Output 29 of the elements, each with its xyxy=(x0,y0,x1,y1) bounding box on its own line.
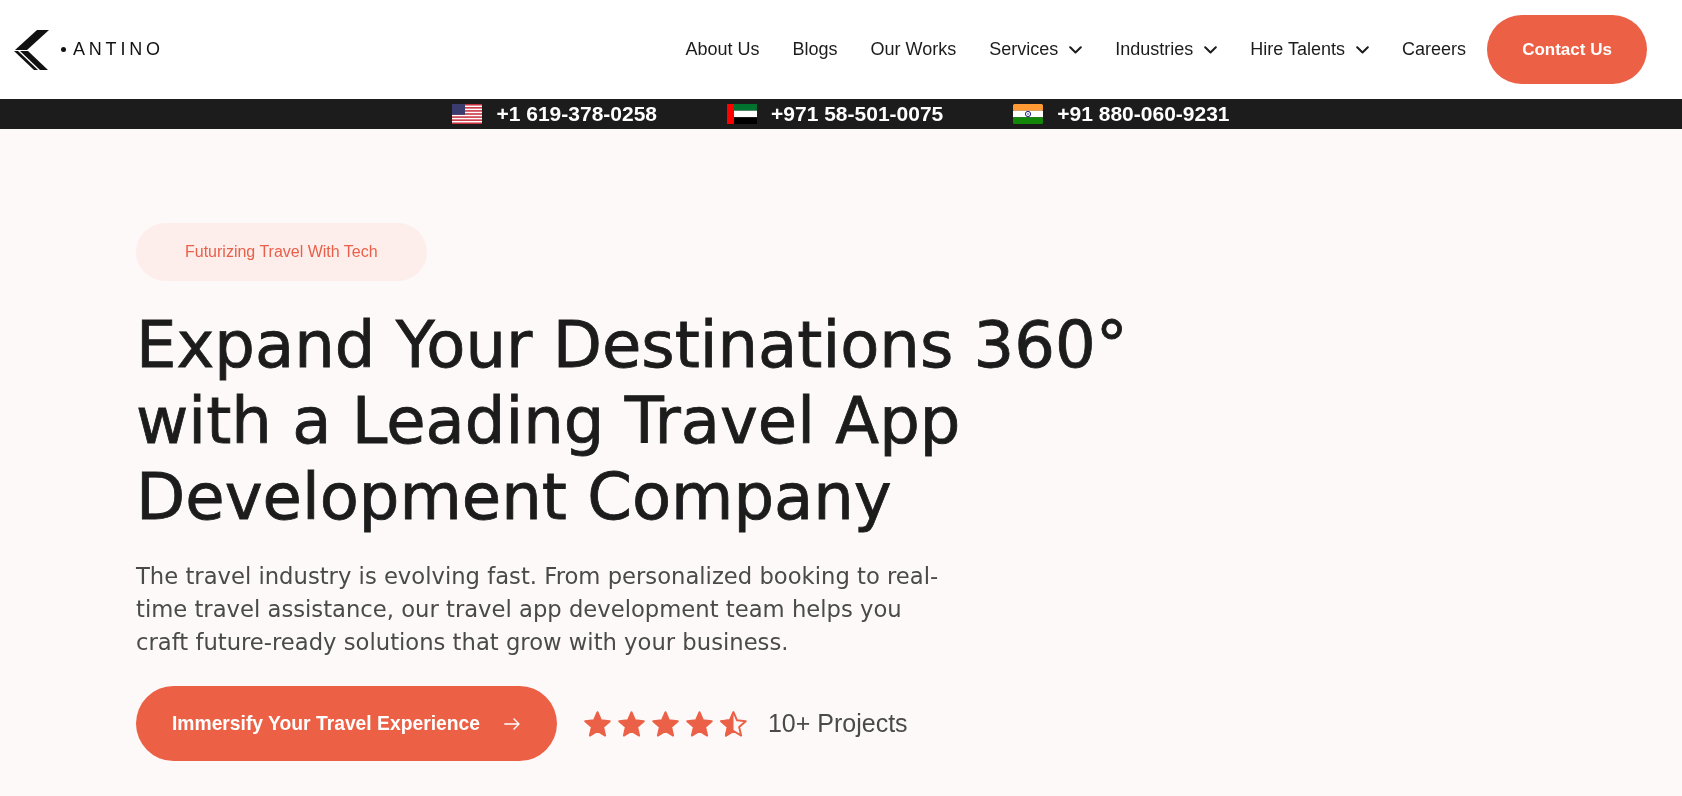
nav-link[interactable]: Our Works xyxy=(870,39,957,60)
hero-heading: Expand Your Destinations 360° with a Leading Travel App Development Company xyxy=(136,307,1129,535)
logo-text[interactable]: ANTINO xyxy=(73,39,164,60)
nav-link[interactable]: About Us xyxy=(685,39,760,60)
projects-count: 10+ Projects xyxy=(767,709,908,738)
chevron-down-icon xyxy=(1204,45,1218,54)
us-flag-icon xyxy=(452,104,483,124)
arrow-right-icon xyxy=(503,717,520,730)
chevron-down-icon xyxy=(1355,45,1369,54)
nav-link[interactable]: Hire Talents xyxy=(1250,39,1369,60)
nav-link[interactable]: Services xyxy=(989,39,1083,60)
logo-dot-icon xyxy=(61,47,66,52)
star-icon xyxy=(685,710,713,737)
india-flag-icon xyxy=(1013,104,1044,124)
hero-description: The travel industry is evolving fast. From personalized booking to real-time travel assistance, our travel app development team helps you craft future-ready solutions that grow with your business. xyxy=(136,562,940,657)
phone-number[interactable]: +971 58-501-0075 xyxy=(771,102,944,126)
star-icon xyxy=(719,710,747,737)
star-icon xyxy=(617,710,645,737)
nav-link[interactable]: Industries xyxy=(1115,39,1218,60)
chevron-down-icon xyxy=(1069,45,1083,54)
nav-link[interactable]: Careers xyxy=(1401,39,1466,60)
star-icon xyxy=(583,710,611,737)
nav-link[interactable]: Blogs xyxy=(792,39,838,60)
star-icon xyxy=(651,710,679,737)
phone-number[interactable]: +1 619-378-0258 xyxy=(496,102,658,126)
tagline-badge: Futurizing Travel With Tech xyxy=(136,223,427,281)
phone-number[interactable]: +91 880-060-9231 xyxy=(1057,102,1230,126)
logo-icon[interactable] xyxy=(14,29,50,70)
uae-flag-icon xyxy=(727,104,758,124)
